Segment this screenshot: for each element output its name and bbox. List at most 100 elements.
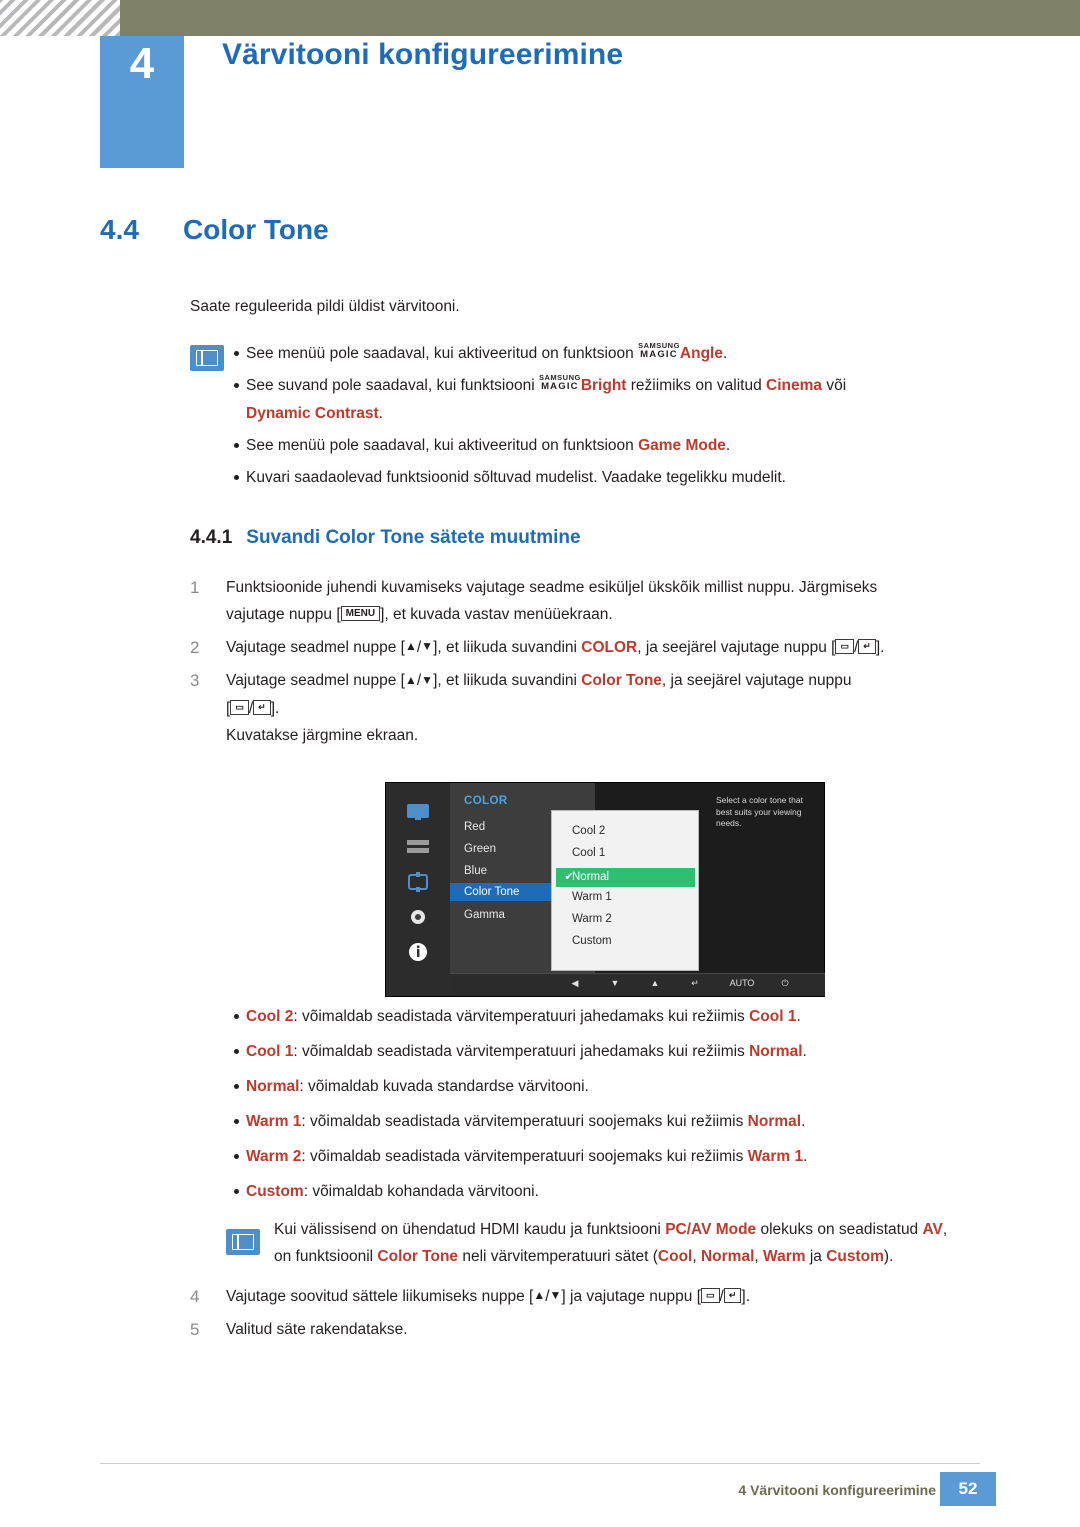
information-icon — [404, 941, 432, 963]
steps-list-2: 4 Vajutage soovitud sättele liikumiseks … — [190, 1283, 990, 1349]
enter-key-icon: ▭ — [230, 700, 249, 716]
color-icon — [404, 871, 432, 893]
options-list: Cool 2: võimaldab seadistada värvitemper… — [190, 1003, 1010, 1213]
footer-chapter-text: 4 Värvitooni konfigureerimine — [738, 1482, 936, 1498]
step-4: 4 Vajutage soovitud sättele liikumiseks … — [190, 1283, 990, 1310]
osd-key-down-icon[interactable]: ▼ — [605, 978, 625, 988]
step-1: 1 Funktsioonide juhendi kuvamiseks vajut… — [190, 574, 990, 628]
note-text-post: . — [722, 345, 728, 362]
step-text: Vajutage soovitud sättele liikumiseks nu… — [226, 1288, 534, 1305]
osd-key-up-icon[interactable]: ▲ — [645, 978, 665, 988]
option-term: Warm 1 — [246, 1113, 302, 1130]
osd-menu-item-gamma[interactable]: Gamma — [464, 909, 505, 921]
step-number: 2 — [190, 638, 200, 657]
osd-submenu-item-cool1[interactable]: Cool 1 — [572, 847, 605, 859]
step-text-6: Kuvatakse järgmine ekraan. — [226, 726, 419, 744]
enter-key-icon: ▭ — [835, 639, 854, 655]
note-term-3: Dynamic Contrast — [246, 405, 379, 422]
bullet-dot — [234, 1049, 239, 1054]
bullet-dot — [234, 1119, 239, 1124]
option-post: . — [803, 1148, 808, 1165]
menu-key: MENU — [340, 606, 381, 622]
option-desc: : võimaldab kuvada standardse värvitooni… — [299, 1078, 589, 1095]
osd-key-auto[interactable]: AUTO — [725, 978, 759, 988]
osd-key-left-icon[interactable]: ◀ — [565, 978, 585, 989]
note-term: Game Mode — [638, 437, 726, 454]
osd-key-enter-icon[interactable]: ↵ — [685, 978, 705, 989]
osd-submenu-item-custom[interactable]: Custom — [572, 935, 612, 947]
option-term: Normal — [246, 1078, 300, 1095]
osd-submenu-item-cool2[interactable]: Cool 2 — [572, 825, 605, 837]
note2-term-1: PC/AV Mode — [665, 1221, 757, 1238]
arrow-up-icon: ▲ — [404, 639, 417, 654]
step-text: Funktsioonide juhendi kuvamiseks vajutag… — [226, 579, 878, 596]
section-title: Color Tone — [183, 214, 329, 245]
list-item: Cool 2: võimaldab seadistada värvitemper… — [190, 1003, 1010, 1031]
option-desc: : võimaldab seadistada värvitemperatuuri… — [293, 1043, 750, 1060]
samsung-magic-logo: SAMSUNG MAGIC — [539, 373, 581, 391]
note-text-end: . — [378, 405, 383, 422]
step-number: 5 — [190, 1320, 200, 1340]
list-item: Normal: võimaldab kuvada standardse värv… — [190, 1073, 1010, 1101]
list-item: See menüü pole saadaval, kui aktiveeritu… — [190, 432, 980, 460]
step-text-3: , ja seejärel vajutage nuppu [ — [637, 639, 836, 656]
step-term: COLOR — [581, 639, 638, 656]
step-text-2: ], et liikuda suvandini — [433, 672, 582, 690]
option-post: . — [801, 1113, 806, 1130]
intro-text: Saate reguleerida pildi üldist värvitoon… — [190, 298, 460, 315]
step-text: Valitud säte rakendatakse. — [226, 1321, 408, 1339]
note2-text-4: on funktsioonil — [274, 1248, 378, 1265]
check-icon: ✔ — [564, 871, 574, 883]
step-text-3: , ja seejärel vajutage nuppu — [661, 672, 852, 690]
step-5: 5 Valitud säte rakendatakse. — [190, 1316, 990, 1343]
note-text-mid-2: või — [822, 377, 847, 394]
step-text-3: ], et kuvada vastav menüüekraan. — [380, 606, 613, 623]
osd-bottom-bar: ◀ ▼ ▲ ↵ AUTO ⏻ — [450, 973, 825, 996]
step-number: 3 — [190, 671, 200, 691]
osd-menu-item-blue[interactable]: Blue — [464, 865, 487, 877]
note2-term-3: Color Tone — [377, 1248, 459, 1265]
page-header: 4 Värvitooni konfigureerimine — [0, 0, 1080, 168]
note2-term-4: Cool — [657, 1248, 693, 1265]
setup-gear-icon — [404, 906, 432, 928]
osd-icon-column — [386, 783, 450, 996]
subsection-heading: 4.4.1 Suvandi Color Tone sätete muutmine — [190, 527, 581, 549]
chapter-number-badge: 4 — [100, 36, 184, 168]
osd-menu-item-green[interactable]: Green — [464, 843, 496, 855]
return-key-icon: ↵ — [723, 1288, 742, 1304]
list-item: Custom: võimaldab kohandada värvitooni. — [190, 1178, 1010, 1206]
note2-sep-1: , — [692, 1248, 701, 1265]
magic-line-2: MAGIC — [640, 349, 678, 360]
osd-submenu-item-warm2[interactable]: Warm 2 — [572, 913, 612, 925]
list-item: Warm 1: võimaldab seadistada värvitemper… — [190, 1108, 1010, 1136]
option-ref: Normal — [749, 1043, 803, 1060]
arrow-down-icon: ▼ — [549, 1288, 562, 1303]
bullet-dot — [234, 475, 239, 480]
option-post: . — [802, 1043, 807, 1060]
option-post: . — [796, 1008, 801, 1025]
note2-term-2: AV — [922, 1221, 943, 1238]
list-item: Kuvari saadaolevad funktsioonid sõltuvad… — [190, 464, 980, 492]
note2-text-1: Kui välissisend on ühendatud HDMI kaudu … — [274, 1221, 666, 1238]
option-term: Warm 2 — [246, 1148, 302, 1165]
step-text-3: ]. — [741, 1288, 751, 1305]
osd-submenu-item-normal[interactable]: ✔ Normal — [556, 868, 695, 887]
section-number: 4.4 — [100, 214, 139, 245]
note2-term-7: Custom — [826, 1248, 884, 1265]
note-text: See suvand pole saadaval, kui funktsioon… — [246, 377, 539, 394]
bullet-dot — [234, 351, 239, 356]
note-term: Angle — [679, 345, 723, 362]
subsection-number: 4.4.1 — [190, 527, 233, 548]
osd-submenu-panel: Cool 2 Cool 1 ✔ Normal Warm 1 Warm 2 Cust… — [551, 810, 699, 971]
osd-menu-item-red[interactable]: Red — [464, 821, 485, 833]
header-stripe-pattern — [0, 0, 120, 36]
samsung-magic-logo: SAMSUNG MAGIC — [638, 341, 680, 359]
footer-divider — [100, 1463, 980, 1464]
list-item: See menüü pole saadaval, kui aktiveeritu… — [190, 340, 980, 368]
step-number: 1 — [190, 578, 200, 597]
note2-term-5: Normal — [700, 1248, 755, 1265]
chapter-title: Värvitooni konfigureerimine — [222, 38, 624, 71]
osd-key-power-icon[interactable]: ⏻ — [775, 978, 795, 989]
osd-submenu-item-warm1[interactable]: Warm 1 — [572, 891, 612, 903]
subsection-title: Suvandi Color Tone sätete muutmine — [246, 527, 581, 548]
